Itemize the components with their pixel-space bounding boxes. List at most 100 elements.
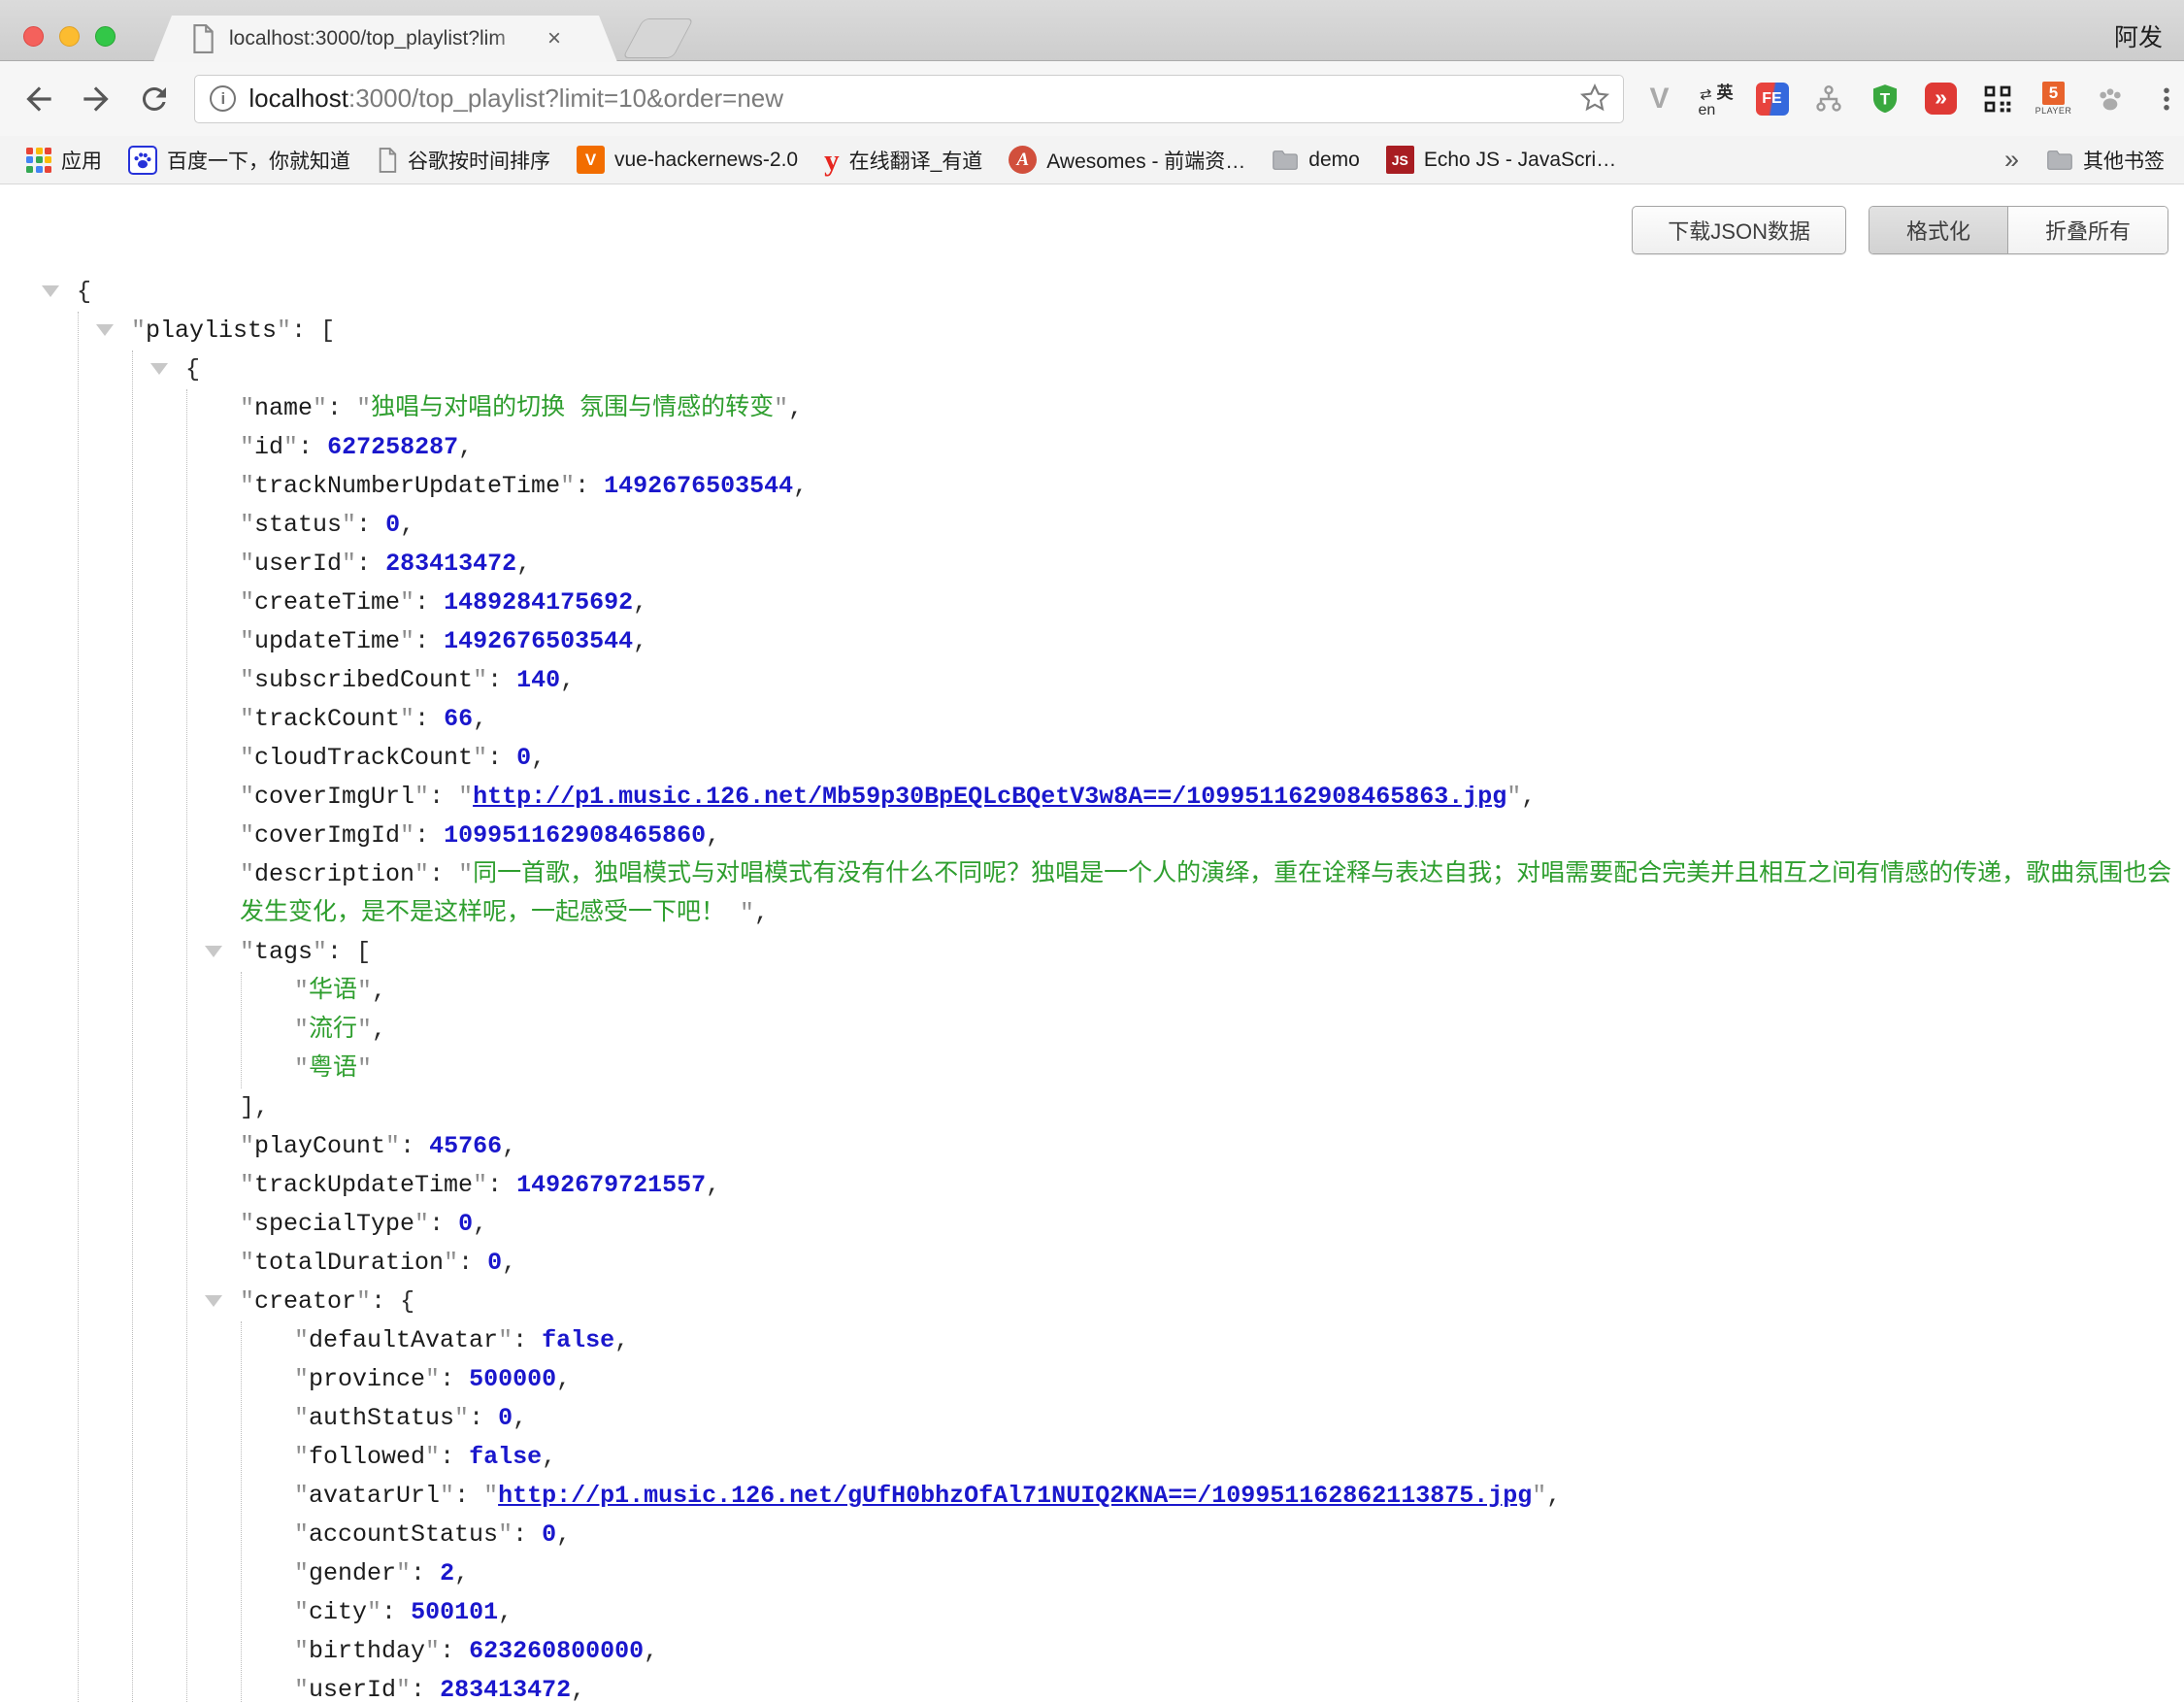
- json-token: :: [411, 1559, 440, 1587]
- bookmark-label: 谷歌按时间排序: [408, 146, 550, 175]
- bookmark-google-sort[interactable]: 谷歌按时间排序: [377, 146, 550, 175]
- paw-extension-icon[interactable]: [2092, 81, 2128, 117]
- json-token: ": [400, 705, 414, 733]
- json-token: ": [458, 860, 473, 888]
- browser-menu-icon[interactable]: [2148, 81, 2184, 117]
- shield-letter: T: [1879, 89, 1890, 108]
- close-window-button[interactable]: [23, 26, 44, 47]
- zoom-window-button[interactable]: [95, 26, 116, 47]
- bookmark-awesomes[interactable]: A Awesomes - 前端资…: [1009, 146, 1245, 175]
- browser-toolbar: i localhost:3000/top_playlist?limit=10&o…: [0, 61, 2184, 136]
- json-token: ": [294, 1482, 309, 1510]
- bookmark-youdao[interactable]: y 在线翻译_有道: [824, 145, 982, 175]
- json-token: ": [240, 433, 254, 461]
- folder-icon: [1272, 149, 1299, 172]
- json-line: "province": 500000,: [294, 1360, 2174, 1399]
- json-token: 0: [542, 1520, 556, 1549]
- tab-close-icon[interactable]: ×: [547, 27, 561, 50]
- collapse-toggle-icon[interactable]: [205, 1295, 222, 1316]
- json-token: ,: [633, 627, 647, 655]
- json-token: 500000: [469, 1365, 556, 1393]
- format-button[interactable]: 格式化: [1870, 207, 2008, 253]
- json-token: ,: [614, 1326, 629, 1354]
- json-line: "华语",: [294, 972, 2174, 1011]
- new-tab-button[interactable]: [622, 18, 694, 58]
- bookmark-echojs[interactable]: JS Echo JS - JavaScri…: [1386, 146, 1616, 174]
- json-line: "trackCount": 66,: [240, 700, 2174, 739]
- view-mode-segment: 格式化 折叠所有: [1869, 206, 2168, 254]
- tab-title-wrap: localhost:3000/top_playlist?lim: [229, 27, 542, 50]
- collapse-toggle-icon[interactable]: [96, 324, 114, 345]
- json-token: ": [240, 821, 254, 850]
- json-line: {: [77, 273, 2174, 312]
- bookmark-apps[interactable]: 应用: [26, 146, 102, 175]
- json-token: ": [367, 1598, 381, 1626]
- json-token: ": [294, 1054, 309, 1083]
- json-token: ": [240, 860, 254, 888]
- json-token: ": [342, 511, 356, 539]
- bookmarks-overflow-chevron[interactable]: »: [2004, 145, 2019, 175]
- bookmark-label: 百度一下，你就知道: [167, 146, 350, 175]
- minimize-window-button[interactable]: [59, 26, 80, 47]
- json-token: {: [185, 355, 200, 384]
- json-token: ,: [400, 511, 414, 539]
- json-token: ,: [458, 433, 473, 461]
- json-url-link[interactable]: http://p1.music.126.net/gUfH0bhzOfAl71NU…: [498, 1482, 1532, 1510]
- bookmark-baidu[interactable]: 百度一下，你就知道: [128, 146, 350, 175]
- back-button[interactable]: [19, 80, 57, 118]
- tampermonkey-shield-extension-icon[interactable]: T: [1867, 81, 1903, 117]
- json-token: 0: [498, 1404, 513, 1432]
- collapse-toggle-icon[interactable]: [205, 946, 222, 966]
- download-json-button[interactable]: 下载JSON数据: [1632, 206, 1846, 254]
- collapse-toggle-icon[interactable]: [42, 285, 59, 306]
- json-token: ": [357, 977, 372, 1005]
- json-token: ": [774, 394, 788, 422]
- json-token: ": [473, 666, 487, 694]
- reload-button[interactable]: [135, 80, 173, 118]
- collapse-toggle-icon[interactable]: [150, 363, 168, 384]
- json-token: ": [294, 1404, 309, 1432]
- vue-devtools-extension-icon[interactable]: V: [1641, 81, 1677, 117]
- omnibox[interactable]: i localhost:3000/top_playlist?limit=10&o…: [194, 75, 1624, 123]
- json-token: :: [414, 705, 444, 733]
- qr-code-extension-icon[interactable]: [1979, 81, 2015, 117]
- json-line: "accountStatus": 0,: [294, 1516, 2174, 1554]
- json-token: totalDuration: [254, 1249, 444, 1277]
- bookmark-other-folder[interactable]: 其他书签: [2046, 146, 2165, 175]
- sitemap-extension-icon[interactable]: [1810, 81, 1846, 117]
- page-info-icon[interactable]: i: [210, 85, 236, 112]
- bookmark-vue-hackernews[interactable]: V vue-hackernews-2.0: [577, 146, 798, 174]
- forward-button[interactable]: [77, 80, 115, 118]
- profile-name[interactable]: 阿发: [2114, 18, 2163, 53]
- json-line: "粤语": [294, 1050, 2174, 1088]
- bookmark-demo-folder[interactable]: demo: [1272, 149, 1360, 172]
- titlebar: localhost:3000/top_playlist?lim × 阿发: [0, 0, 2184, 61]
- json-line: "description": "同一首歌，独唱模式与对唱模式有没有什么不同呢？独…: [240, 855, 2174, 933]
- json-line: "userId": 283413472,: [294, 1671, 2174, 1702]
- folder-icon: [2046, 149, 2073, 172]
- json-token: ": [473, 744, 487, 772]
- json-token: ": [240, 705, 254, 733]
- collapse-all-button[interactable]: 折叠所有: [2008, 207, 2167, 253]
- translate-extension-icon[interactable]: ⇄ 英 en: [1698, 81, 1734, 117]
- json-children: "playlists": [{"name": "独唱与对唱的切换 氛围与情感的转…: [78, 312, 2174, 1702]
- json-token: 623260800000: [469, 1637, 644, 1665]
- json-token: subscribedCount: [254, 666, 473, 694]
- json-token: ": [240, 1171, 254, 1199]
- video-speed-extension-icon[interactable]: »: [1923, 81, 1959, 117]
- browser-tab[interactable]: localhost:3000/top_playlist?lim ×: [153, 16, 617, 62]
- json-token: 独唱与对唱的切换 氛围与情感的转变: [371, 394, 774, 422]
- json-token: :: [469, 1404, 498, 1432]
- fe-extension-icon[interactable]: FE: [1754, 81, 1790, 117]
- json-line: ],: [240, 1088, 2174, 1127]
- json-token: ": [240, 472, 254, 500]
- json-token: ": [283, 433, 298, 461]
- url-text[interactable]: localhost:3000/top_playlist?limit=10&ord…: [248, 83, 783, 114]
- bookmark-star-icon[interactable]: [1578, 82, 1613, 117]
- json-token: :: [487, 744, 516, 772]
- json-token: ,: [633, 588, 647, 617]
- html5-player-extension-icon[interactable]: 5 PLAYER: [2035, 81, 2071, 117]
- json-url-link[interactable]: http://p1.music.126.net/Mb59p30BpEQLcBQe…: [473, 783, 1506, 811]
- json-token: :: [298, 433, 327, 461]
- json-token: ,: [754, 899, 769, 927]
